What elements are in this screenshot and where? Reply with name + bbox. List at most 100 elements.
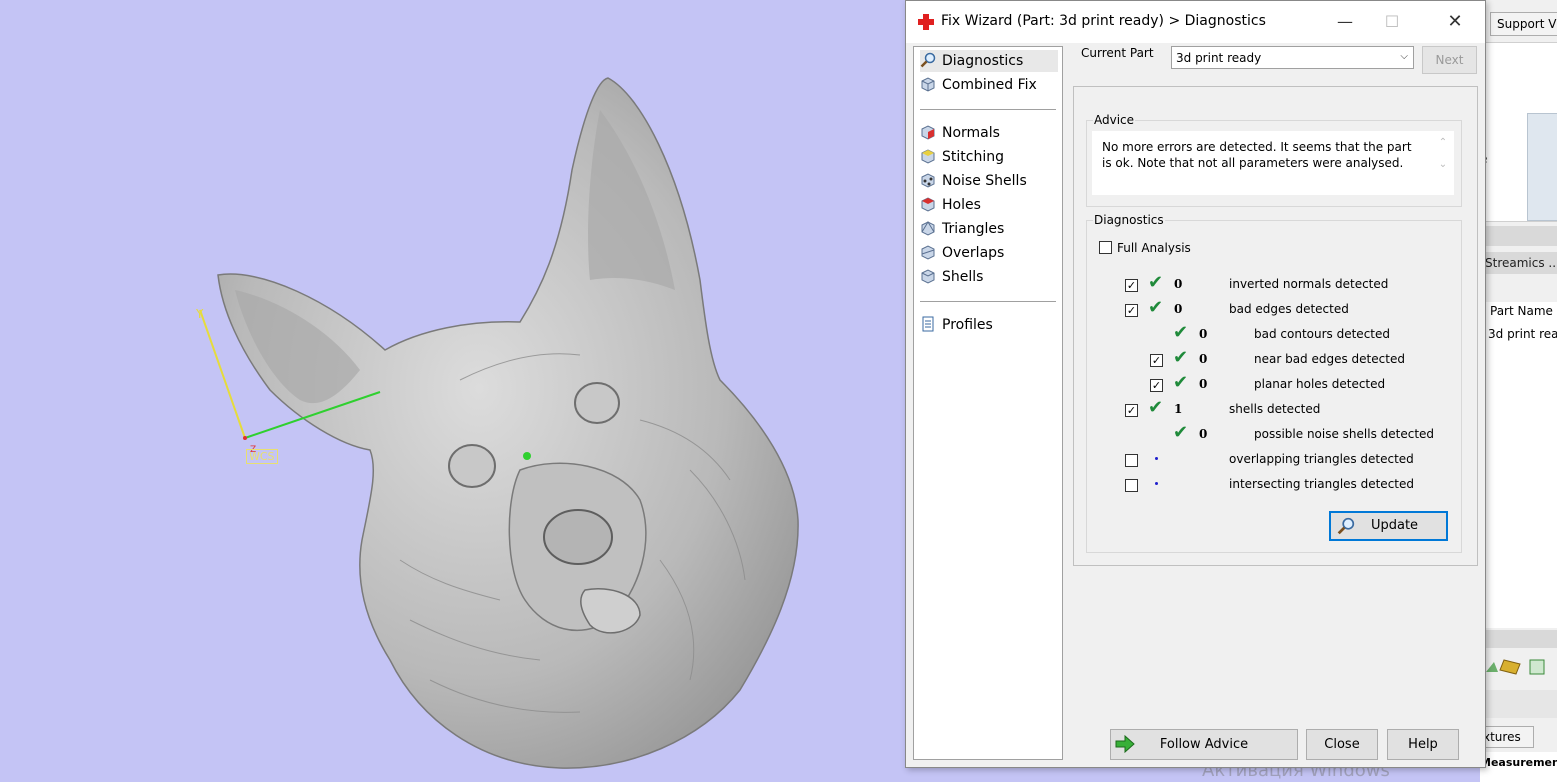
nav-separator — [920, 301, 1056, 302]
nav-label: Diagnostics — [942, 53, 1024, 69]
help-button[interactable]: Help — [1387, 729, 1459, 760]
follow-advice-button[interactable]: Follow Advice — [1110, 729, 1298, 760]
nav-separator — [920, 109, 1056, 110]
axis-y-label: Y — [195, 307, 204, 321]
diagnostics-title: Diagnostics — [1093, 213, 1165, 227]
part-name-cell[interactable]: 3d print rea — [1488, 327, 1557, 341]
advice-title: Advice — [1093, 113, 1136, 127]
textures-tab[interactable]: xtures — [1480, 726, 1534, 748]
cube-yellow-icon — [921, 149, 935, 164]
red-cross-icon — [918, 14, 934, 30]
overlapping-triangles-label: overlapping triangles detected — [1229, 452, 1414, 466]
current-part-select[interactable]: 3d print ready ⌵ — [1171, 46, 1414, 69]
ok-check-icon: ✔ — [1173, 322, 1189, 343]
nav-item-stitching[interactable]: Stitching — [920, 146, 1058, 168]
dialog-title: Fix Wizard (Part: 3d print ready) > Diag… — [941, 13, 1266, 29]
green-arrow-icon — [1486, 662, 1498, 672]
advice-textbox[interactable]: No more errors are detected. It seems th… — [1092, 131, 1454, 195]
3d-viewport[interactable]: Y Z WCS — [0, 0, 905, 782]
nav-item-noise-shells[interactable]: Noise Shells — [920, 170, 1058, 192]
noise-shells-count: 0 — [1199, 427, 1208, 441]
near-bad-edges-label: near bad edges detected — [1254, 352, 1405, 366]
shells-count: 1 — [1174, 402, 1183, 416]
export-icon — [1529, 659, 1545, 675]
nav-label: Holes — [942, 197, 981, 213]
bad-contours-count: 0 — [1199, 327, 1208, 341]
near-bad-edges-checkbox[interactable]: ✓ — [1150, 354, 1163, 367]
full-analysis-checkbox[interactable] — [1099, 241, 1112, 254]
shells-checkbox[interactable]: ✓ — [1125, 404, 1138, 417]
part-name-column-header[interactable]: Part Name — [1490, 304, 1553, 318]
nav-label: Combined Fix — [942, 77, 1037, 93]
dots-cube-icon — [921, 173, 935, 188]
streamics-tab[interactable]: Streamics .. — [1484, 252, 1557, 274]
next-button[interactable]: Next — [1422, 46, 1477, 74]
bad-contours-label: bad contours detected — [1254, 327, 1390, 341]
nav-item-triangles[interactable]: Triangles — [920, 218, 1058, 240]
planar-holes-count: 0 — [1199, 377, 1208, 391]
ok-check-icon: ✔ — [1173, 422, 1189, 443]
minimize-button[interactable]: — — [1322, 6, 1368, 38]
toolbar-icons — [1486, 659, 1545, 675]
cube-overlap-icon — [921, 245, 935, 260]
nav-label: Normals — [942, 125, 1000, 141]
overlapping-triangles-checkbox[interactable] — [1125, 454, 1138, 467]
cube-preview-icon — [1527, 113, 1557, 221]
ok-check-icon: ✔ — [1173, 372, 1189, 393]
nav-item-combined-fix[interactable]: Combined Fix — [920, 74, 1058, 96]
panel-header-bar — [1484, 226, 1557, 246]
near-bad-edges-count: 0 — [1199, 352, 1208, 366]
inverted-normals-checkbox[interactable]: ✓ — [1125, 279, 1138, 292]
support-view-tab[interactable]: Support Vi — [1490, 12, 1557, 36]
bad-edges-label: bad edges detected — [1229, 302, 1349, 316]
dog-head-model[interactable]: Y Z — [0, 0, 905, 782]
nav-item-profiles[interactable]: Profiles — [920, 314, 1058, 336]
update-label: Update — [1370, 518, 1419, 533]
update-button[interactable]: Update — [1329, 511, 1448, 541]
not-analysed-dot-icon — [1155, 457, 1158, 460]
nav-item-normals[interactable]: Normals — [920, 122, 1058, 144]
parts-list — [1484, 302, 1557, 628]
wizard-nav: Diagnostics Combined Fix Normals Stitchi… — [913, 46, 1063, 760]
dialog-titlebar[interactable]: Fix Wizard (Part: 3d print ready) > Diag… — [906, 1, 1485, 43]
ok-check-icon: ✔ — [1173, 347, 1189, 368]
nav-label: Profiles — [942, 317, 993, 333]
fix-wizard-dialog: Fix Wizard (Part: 3d print ready) > Diag… — [905, 0, 1486, 768]
not-analysed-dot-icon — [1155, 482, 1158, 485]
wcs-label: WCS — [246, 449, 278, 464]
close-button[interactable]: Close — [1306, 729, 1378, 760]
bad-edges-checkbox[interactable]: ✓ — [1125, 304, 1138, 317]
advice-scrollbar[interactable]: ⌃ ⌄ — [1436, 137, 1450, 191]
intersecting-triangles-checkbox[interactable] — [1125, 479, 1138, 492]
ok-check-icon: ✔ — [1148, 397, 1164, 418]
toolbar-bar — [1484, 690, 1557, 718]
intersecting-triangles-label: intersecting triangles detected — [1229, 477, 1414, 491]
follow-advice-label: Follow Advice — [1159, 737, 1249, 752]
nav-item-holes[interactable]: Holes — [920, 194, 1058, 216]
inverted-normals-count: 0 — [1174, 277, 1183, 291]
ok-check-icon: ✔ — [1148, 272, 1164, 293]
ok-check-icon: ✔ — [1148, 297, 1164, 318]
close-window-button[interactable]: ✕ — [1432, 6, 1478, 38]
advice-text: No more errors are detected. It seems th… — [1102, 140, 1412, 170]
cube-icon — [921, 77, 935, 92]
full-analysis-label: Full Analysis — [1117, 241, 1191, 255]
chevron-down-icon: ⌵ — [1400, 51, 1408, 62]
nav-item-shells[interactable]: Shells — [920, 266, 1058, 288]
nav-label: Triangles — [942, 221, 1005, 237]
pivot-point — [523, 452, 531, 460]
preview-panel — [1484, 42, 1557, 222]
nav-item-diagnostics[interactable]: Diagnostics — [920, 50, 1058, 72]
cube-red-icon — [921, 125, 935, 140]
planar-holes-checkbox[interactable]: ✓ — [1150, 379, 1163, 392]
nav-item-overlaps[interactable]: Overlaps — [920, 242, 1058, 264]
nav-label: Noise Shells — [942, 173, 1027, 189]
planar-holes-label: planar holes detected — [1254, 377, 1386, 391]
shells-label: shells detected — [1229, 402, 1321, 416]
current-part-label: Current Part — [1081, 46, 1154, 60]
nav-label: Shells — [942, 269, 984, 285]
maximize-button[interactable]: ☐ — [1369, 6, 1415, 38]
bad-edges-count: 0 — [1174, 302, 1183, 316]
nav-label: Overlaps — [942, 245, 1005, 261]
magnifier-icon — [920, 52, 936, 68]
